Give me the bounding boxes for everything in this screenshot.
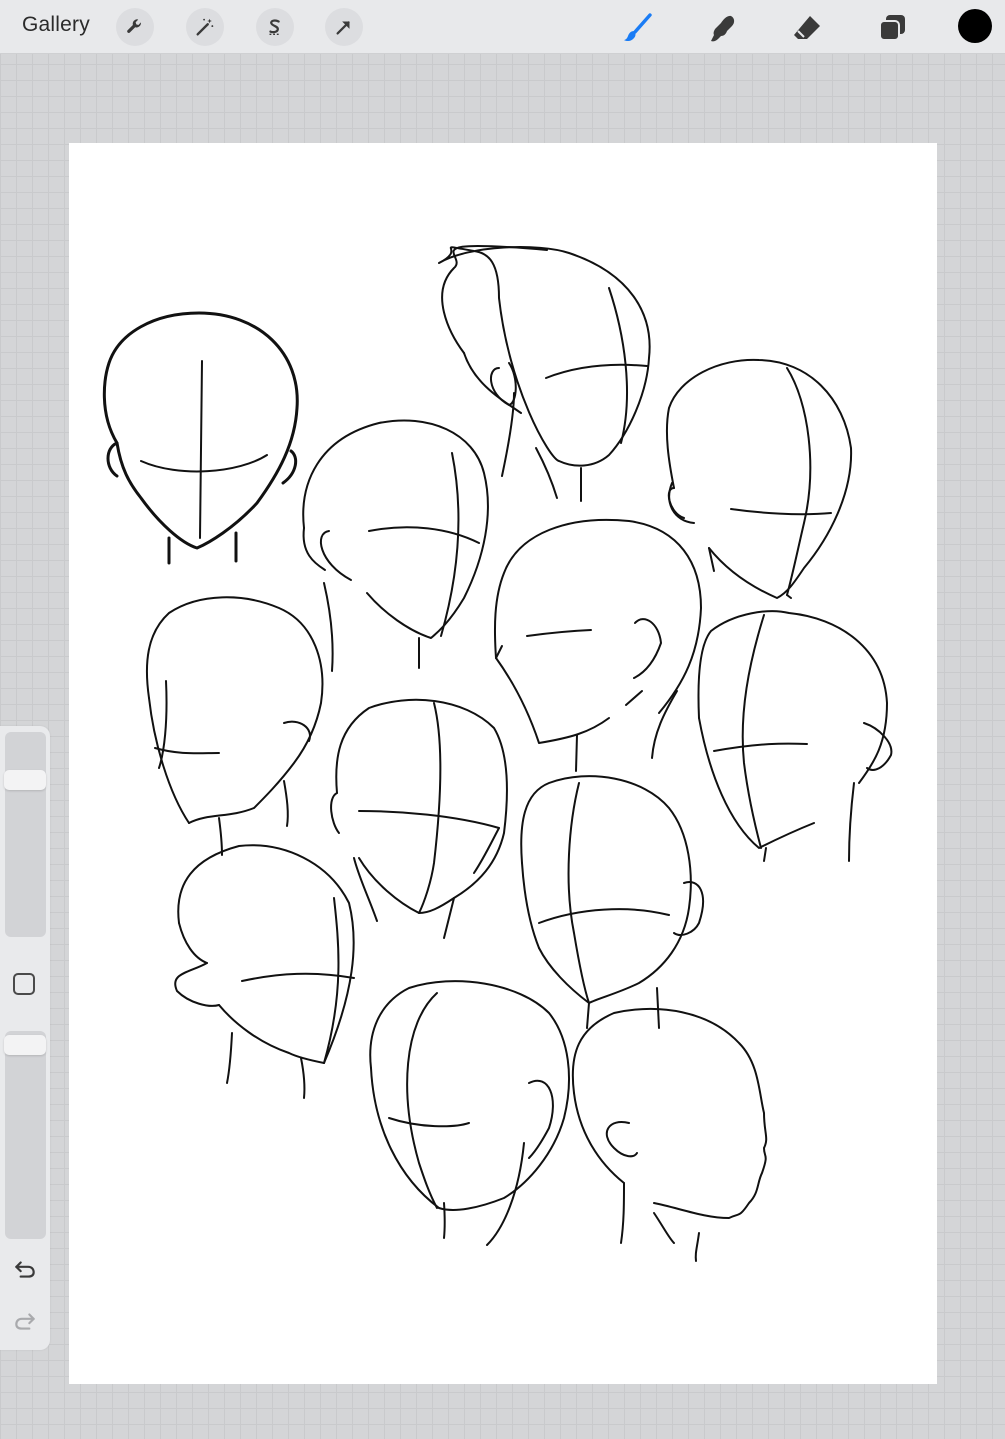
eraser-icon: [794, 16, 820, 39]
brush-size-slider[interactable]: [5, 732, 46, 937]
brush-icon: [624, 13, 652, 42]
square-modify-icon[interactable]: [13, 973, 35, 995]
selection-button[interactable]: [256, 8, 294, 46]
wrench-icon: [127, 19, 141, 33]
eraser-tool-button[interactable]: [787, 8, 827, 48]
opacity-handle[interactable]: [4, 1035, 46, 1055]
head-sketch-profile-bottom-right: [571, 1007, 768, 1262]
left-sidebar: [0, 726, 50, 1350]
brush-size-handle[interactable]: [4, 770, 46, 790]
opacity-slider[interactable]: [5, 1031, 46, 1239]
selection-s-icon: [269, 19, 281, 36]
head-sketch-three-quarter-left: [302, 419, 489, 672]
color-picker-button[interactable]: [958, 9, 992, 43]
head-sketch-center-down: [330, 698, 508, 939]
redo-icon[interactable]: [12, 1308, 38, 1334]
head-sketch-right-profile: [697, 610, 893, 862]
layers-button[interactable]: [872, 8, 912, 48]
undo-icon[interactable]: [12, 1256, 38, 1282]
head-sketch-center-lower: [520, 775, 704, 1029]
smudge-tool-button[interactable]: [702, 8, 742, 48]
actions-wrench-icon[interactable]: [116, 8, 154, 46]
top-toolbar: Gallery: [0, 0, 1005, 54]
head-sketch-lower-left: [174, 844, 355, 1099]
smudge-icon: [711, 15, 735, 42]
head-sketch-front: [102, 311, 299, 565]
head-sketch-bottom-center: [369, 980, 570, 1246]
brush-tool-button[interactable]: [618, 8, 658, 48]
drawing-canvas[interactable]: [69, 143, 937, 1384]
magic-wand-icon: [196, 18, 214, 36]
gallery-button[interactable]: Gallery: [22, 13, 90, 37]
head-sketches: [102, 244, 893, 1262]
head-sketch-top-center: [438, 244, 651, 502]
transform-button[interactable]: [325, 8, 363, 46]
head-sketch-looking-down-left: [145, 596, 324, 856]
adjustments-wand-button[interactable]: [186, 8, 224, 46]
layers-icon: [879, 15, 905, 41]
head-sketch-top-right: [665, 358, 853, 599]
head-sketch-looking-left: [493, 518, 702, 772]
transform-arrow-icon: [336, 21, 350, 35]
